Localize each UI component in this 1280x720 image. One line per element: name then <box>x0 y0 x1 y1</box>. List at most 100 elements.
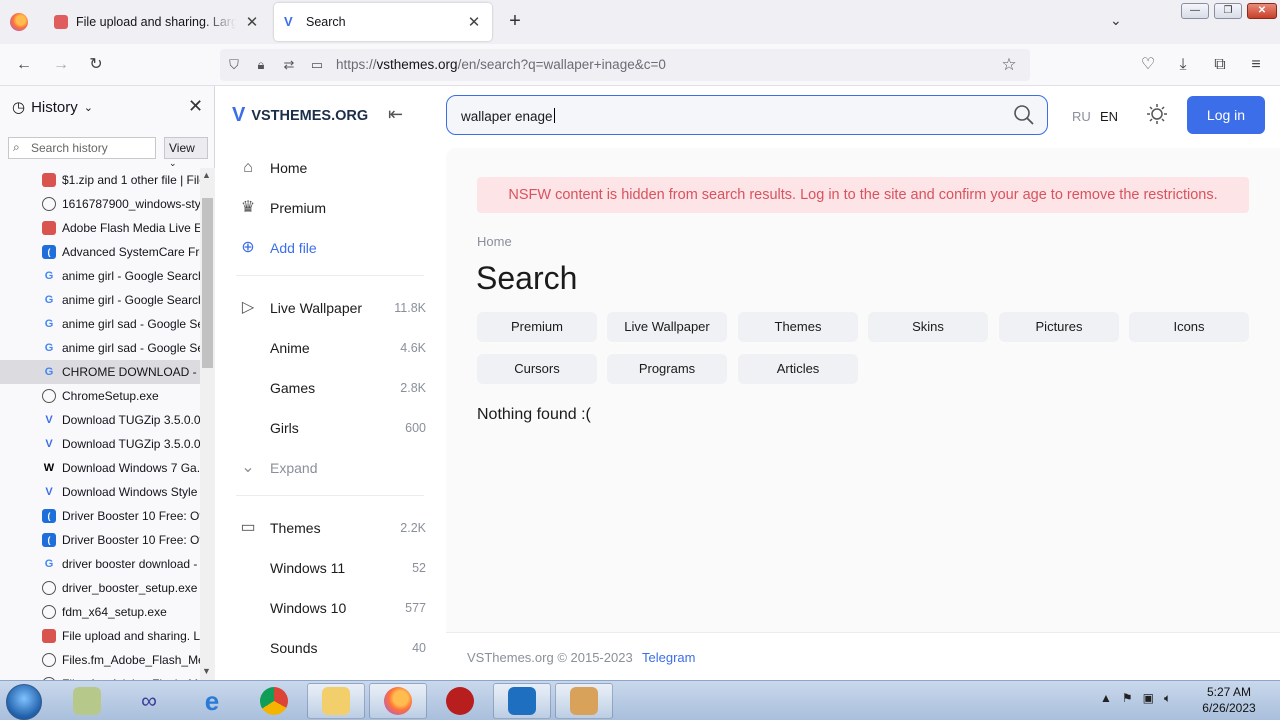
nav-live-wallpaper[interactable]: ▷ Live Wallpaper 11.8K <box>216 288 442 328</box>
nav-windows-11[interactable]: Windows 11 52 <box>216 548 442 588</box>
taskbar-app-notes[interactable] <box>58 683 116 719</box>
history-item[interactable]: V Download TUGZip 3.5.0.0 <box>0 408 200 432</box>
history-item[interactable]: Files.fm_Adobe_Flash_Me... <box>0 672 200 680</box>
downloads-icon[interactable]: ⤓ <box>1172 54 1194 76</box>
nav-home[interactable]: ⌂ Home <box>216 148 442 188</box>
url-text[interactable]: https://vsthemes.org/en/search?q=wallape… <box>336 57 666 72</box>
reload-icon[interactable]: ↻ <box>85 54 107 76</box>
nav-girls[interactable]: Girls 600 <box>216 408 442 448</box>
bookmark-star-icon[interactable]: ☆ <box>1000 56 1018 74</box>
tracking-shield-icon[interactable]: ⛉ <box>225 56 243 74</box>
taskbar-app-shield[interactable] <box>431 683 489 719</box>
action-center-icon[interactable]: ⚑ <box>1122 691 1133 706</box>
login-button[interactable]: Log in <box>1187 96 1265 134</box>
network-icon[interactable]: ▣ <box>1143 691 1154 706</box>
category-chip-pictures[interactable]: Pictures <box>999 312 1119 342</box>
history-view-button[interactable]: View ⌄ <box>164 137 208 168</box>
history-item[interactable]: G CHROME DOWNLOAD - G <box>0 360 200 384</box>
taskbar-app-installer[interactable] <box>555 683 613 719</box>
reader-view-icon[interactable]: ▭ <box>308 56 326 74</box>
forward-icon[interactable]: → <box>50 54 72 76</box>
scroll-down-icon[interactable]: ▼ <box>202 666 211 676</box>
tab-search[interactable]: V Search ✕ <box>274 3 492 41</box>
history-item[interactable]: ChromeSetup.exe <box>0 384 200 408</box>
nav-premium[interactable]: ♛ Premium <box>216 188 442 228</box>
scroll-up-icon[interactable]: ▲ <box>202 170 211 180</box>
close-window-button[interactable]: ✕ <box>1247 3 1277 19</box>
taskbar-app-infinity[interactable]: ∞ <box>120 683 178 719</box>
tab-file-upload[interactable]: File upload and sharing. Large f ✕ <box>44 3 270 41</box>
history-item[interactable]: Ganime girl sad - Google Se <box>0 336 200 360</box>
system-clock[interactable]: 5:27 AM 6/26/2023 <box>1196 684 1262 716</box>
new-tab-icon[interactable]: + <box>504 10 526 32</box>
category-chip-articles[interactable]: Articles <box>738 354 858 384</box>
lock-icon[interactable]: 🔒︎ <box>252 56 270 74</box>
restore-button[interactable]: ❐ <box>1214 3 1242 19</box>
extensions-icon[interactable]: ⧉ <box>1209 54 1231 76</box>
menu-icon[interactable]: ≡ <box>1245 54 1267 76</box>
taskbar-app-ie[interactable]: e <box>183 683 241 719</box>
history-search-input[interactable]: ⌕ Search history <box>8 137 156 159</box>
lang-en[interactable]: EN <box>1100 109 1118 124</box>
firefox-icon[interactable] <box>10 13 28 31</box>
volume-icon[interactable]: 🔈︎ <box>1164 691 1171 706</box>
history-item[interactable]: Adobe Flash Media Live En <box>0 216 200 240</box>
start-button[interactable] <box>6 684 42 720</box>
close-tab-icon[interactable]: ✕ <box>244 13 260 31</box>
pocket-icon[interactable]: ♡ <box>1137 54 1159 76</box>
history-header[interactable]: ◷ History ⌄ <box>12 98 93 117</box>
category-chip-skins[interactable]: Skins <box>868 312 988 342</box>
back-icon[interactable]: ← <box>13 54 35 76</box>
telegram-link[interactable]: Telegram <box>642 650 695 665</box>
nav-expand[interactable]: ⌄ Expand <box>216 448 442 488</box>
history-item[interactable]: Ganime girl sad - Google Se <box>0 312 200 336</box>
taskbar-app-transfer[interactable] <box>493 683 551 719</box>
category-chip-programs[interactable]: Programs <box>607 354 727 384</box>
category-chip-premium[interactable]: Premium <box>477 312 597 342</box>
history-scrollbar[interactable]: ▲ ▼ <box>200 168 215 680</box>
category-chip-icons[interactable]: Icons <box>1129 312 1249 342</box>
history-item[interactable]: (Advanced SystemCare Fre <box>0 240 200 264</box>
permissions-icon[interactable]: ⇄ <box>280 56 298 74</box>
nav-anime[interactable]: Anime 4.6K <box>216 328 442 368</box>
history-item[interactable]: W Download Windows 7 Ga... <box>0 456 200 480</box>
breadcrumb[interactable]: Home <box>477 234 512 249</box>
nav-games[interactable]: Games 2.8K <box>216 368 442 408</box>
url-bar[interactable]: ⛉ 🔒︎ ⇄ ▭ https://vsthemes.org/en/search?… <box>220 49 1030 81</box>
site-logo[interactable]: V VSTHEMES.ORG <box>232 104 368 127</box>
history-item[interactable]: V Download Windows Style <box>0 480 200 504</box>
search-icon[interactable] <box>1013 104 1035 126</box>
lang-ru[interactable]: RU <box>1072 109 1091 124</box>
history-item[interactable]: Ganime girl - Google Search <box>0 264 200 288</box>
history-item[interactable]: 1616787900_windows-style <box>0 192 200 216</box>
site-search-input[interactable]: wallaper enage <box>446 95 1048 135</box>
taskbar-app-explorer[interactable] <box>307 683 365 719</box>
close-tab-icon[interactable]: ✕ <box>466 13 482 31</box>
collapse-menu-icon[interactable]: ⇤ <box>388 104 403 125</box>
history-item[interactable]: Files.fm_Adobe_Flash_Me... <box>0 648 200 672</box>
nav-sounds[interactable]: Sounds 40 <box>216 628 442 668</box>
history-item[interactable]: V Download TUGZip 3.5.0.0 <box>0 432 200 456</box>
taskbar-app-firefox[interactable] <box>369 683 427 719</box>
category-chip-live-wallpaper[interactable]: Live Wallpaper <box>607 312 727 342</box>
minimize-button[interactable]: — <box>1181 3 1209 19</box>
history-item[interactable]: File upload and sharing. La <box>0 624 200 648</box>
list-tabs-icon[interactable]: ⌄ <box>1110 12 1122 29</box>
category-chip-cursors[interactable]: Cursors <box>477 354 597 384</box>
history-item[interactable]: Gdriver booster download - <box>0 552 200 576</box>
nav-themes[interactable]: ▭ Themes 2.2K <box>216 508 442 548</box>
history-item[interactable]: (Driver Booster 10 Free: Off <box>0 528 200 552</box>
taskbar-app-chrome[interactable] <box>245 683 303 719</box>
history-item[interactable]: Ganime girl - Google Search <box>0 288 200 312</box>
nav-add-file[interactable]: ⊕ Add file <box>216 228 442 268</box>
category-chip-themes[interactable]: Themes <box>738 312 858 342</box>
theme-toggle-icon[interactable] <box>1146 103 1168 125</box>
close-sidebar-icon[interactable]: ✕ <box>188 96 203 117</box>
scrollbar-thumb[interactable] <box>202 198 213 368</box>
history-item[interactable]: (Driver Booster 10 Free: Off <box>0 504 200 528</box>
history-item[interactable]: fdm_x64_setup.exe <box>0 600 200 624</box>
show-hidden-icons-icon[interactable]: ▲ <box>1100 691 1112 706</box>
nav-windows-10[interactable]: Windows 10 577 <box>216 588 442 628</box>
history-item[interactable]: driver_booster_setup.exe <box>0 576 200 600</box>
history-item[interactable]: $1.zip and 1 other file | File <box>0 168 200 192</box>
